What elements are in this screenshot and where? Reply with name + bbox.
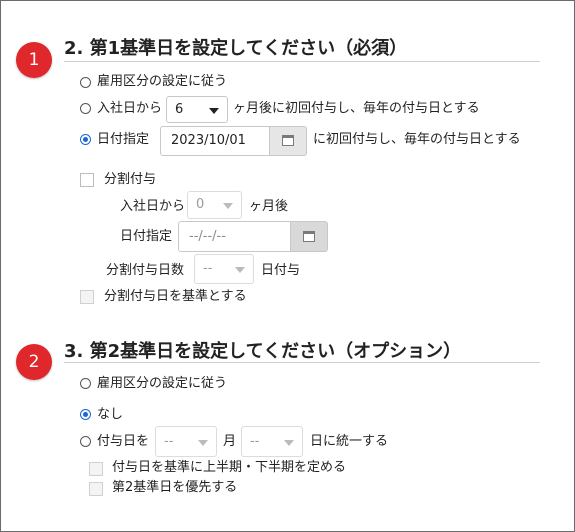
grant-month-unit: 月	[223, 434, 237, 449]
grant-month-select[interactable]: --	[155, 426, 217, 457]
second-priority-label: 第2基準日を優先する	[112, 480, 238, 495]
grant-day-suffix: 日に統一する	[310, 434, 389, 449]
radio-hire-date[interactable]	[80, 103, 91, 114]
radio-date-specified[interactable]	[80, 134, 91, 145]
radio-follow-employment-1-label: 雇用区分の設定に従う	[97, 74, 228, 89]
step-badge-1: 1	[16, 42, 52, 78]
chevron-down-icon	[284, 439, 294, 446]
radio-hire-date-label: 入社日から	[97, 101, 163, 116]
hire-months-value: 6	[175, 102, 184, 117]
split-grant-label: 分割付与	[104, 172, 157, 187]
step-badge-2: 2	[16, 344, 52, 380]
radio-unify-grant-date-label: 付与日を	[97, 434, 150, 449]
split-base-checkbox[interactable]	[80, 290, 94, 304]
split-date-input[interactable]: --/--/--	[178, 221, 291, 252]
split-hire-suffix: ヶ月後	[249, 199, 289, 214]
half-year-label: 付与日を基準に上半期・下半期を定める	[112, 460, 347, 475]
split-date-placeholder: --/--/--	[189, 229, 226, 244]
section2-divider	[64, 362, 540, 363]
grant-day-value: --	[250, 434, 260, 449]
first-date-suffix: に初回付与し、毎年の付与日とする	[313, 132, 521, 147]
section1-divider	[64, 61, 540, 62]
split-date-calendar-button[interactable]	[291, 221, 328, 252]
split-hire-months-value: 0	[196, 197, 205, 212]
radio-none-label: なし	[97, 407, 124, 422]
split-hire-prefix: 入社日から	[120, 199, 186, 214]
radio-follow-employment-2[interactable]	[80, 378, 91, 389]
chevron-down-icon	[235, 267, 245, 273]
second-priority-checkbox[interactable]	[89, 482, 103, 496]
hire-months-select[interactable]: 6	[166, 96, 228, 123]
radio-follow-employment-1[interactable]	[80, 77, 91, 88]
split-days-suffix: 日付与	[261, 263, 301, 278]
split-days-select[interactable]: --	[194, 254, 254, 284]
split-hire-months-select[interactable]: 0	[187, 191, 242, 219]
first-date-calendar-button[interactable]	[270, 126, 307, 156]
half-year-checkbox[interactable]	[89, 462, 103, 476]
hire-months-suffix: ヶ月後に初回付与し、毎年の付与日とする	[233, 101, 480, 116]
split-grant-checkbox[interactable]	[80, 173, 94, 187]
radio-follow-employment-2-label: 雇用区分の設定に従う	[97, 376, 228, 391]
calendar-icon	[282, 135, 294, 146]
split-days-label: 分割付与日数	[106, 263, 185, 278]
section2-title: 3. 第2基準日を設定してください（オプション）	[64, 341, 462, 362]
first-date-input[interactable]: 2023/10/01	[160, 126, 270, 156]
chevron-down-icon	[223, 203, 233, 209]
split-days-value: --	[203, 261, 213, 276]
split-date-label: 日付指定	[120, 229, 173, 244]
radio-none[interactable]	[80, 409, 91, 420]
radio-date-specified-label: 日付指定	[97, 132, 150, 147]
grant-month-value: --	[164, 434, 174, 449]
grant-day-select[interactable]: --	[241, 426, 303, 457]
section1-title: 2. 第1基準日を設定してください（必須）	[64, 38, 408, 59]
radio-unify-grant-date[interactable]	[80, 436, 91, 447]
split-base-label: 分割付与日を基準とする	[104, 289, 247, 304]
calendar-icon	[303, 230, 315, 242]
chevron-down-icon	[209, 107, 219, 114]
first-date-value: 2023/10/01	[171, 133, 246, 148]
chevron-down-icon	[198, 439, 208, 446]
